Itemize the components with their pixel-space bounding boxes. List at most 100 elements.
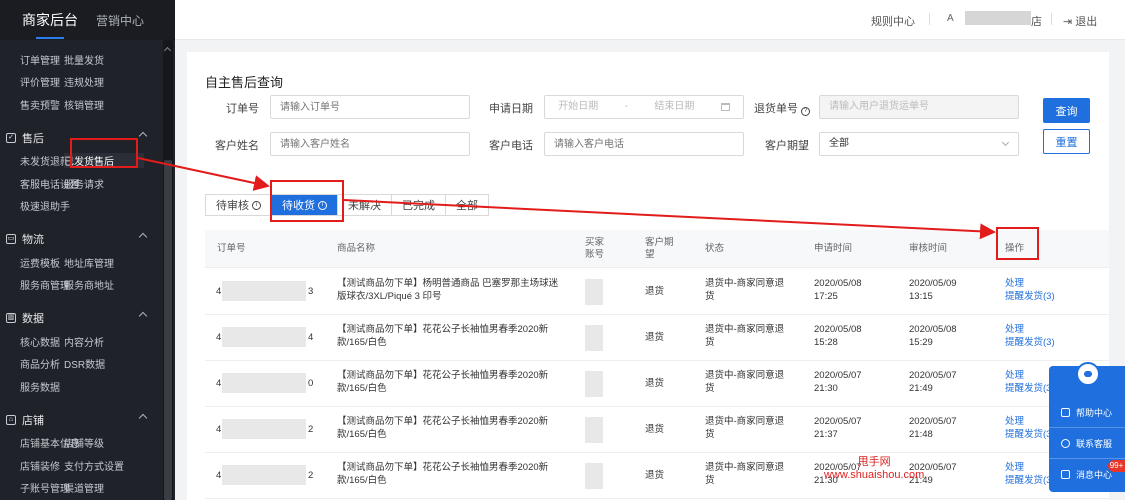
table-row: 4 2 【测试商品勿下单】花花公子长袖恤男春季2020新款/165/白色 退货 退货中-…	[205, 453, 1109, 499]
remind-ship-link[interactable]: 提醒发货(3)	[1005, 290, 1055, 303]
column-review-time: 审核时间	[909, 243, 948, 254]
sidebar-item-product-analysis[interactable]: 商品分析	[0, 356, 64, 371]
sidebar-item-sale-warning[interactable]: 售卖预警	[0, 97, 64, 112]
sidebar-item-provider-management[interactable]: 服务商管理	[0, 277, 70, 292]
merchant-backend-tab[interactable]: 商家后台	[22, 10, 78, 39]
watermark-line1: 甩手网	[857, 456, 891, 468]
message-center-button[interactable]: 消息中心	[1061, 468, 1112, 481]
date-separator: -	[624, 101, 628, 112]
apply-date-range[interactable]: 开始日期 - 结束日期	[544, 95, 744, 119]
order-no-start: 4	[216, 286, 222, 297]
sidebar-item-order-management[interactable]: 订单管理	[0, 52, 64, 67]
sidebar-item-violation[interactable]: 违规处理	[64, 74, 144, 89]
remind-ship-link[interactable]: 提醒发货(3)	[1005, 382, 1055, 395]
floating-help-panel: 帮助中心 联系客服 消息中心	[1049, 362, 1125, 492]
sidebar-item-store-decoration[interactable]: 店铺装修	[0, 458, 64, 473]
scroll-up-icon[interactable]	[163, 46, 172, 55]
sidebar-row: 极速退助手	[0, 195, 175, 218]
help-circle-icon[interactable]: ?	[801, 107, 810, 116]
sidebar-item-core-data[interactable]: 核心数据	[0, 334, 64, 349]
sidebar-item-verification[interactable]: 核销管理	[64, 97, 144, 112]
chevron-down-icon	[1001, 138, 1010, 147]
query-button[interactable]: 查询	[1043, 98, 1090, 123]
marketing-center-tab[interactable]: 营销中心	[96, 12, 144, 29]
tab-unresolved[interactable]: 未解决	[338, 195, 392, 215]
remind-ship-link[interactable]: 提醒发货(3)	[1005, 474, 1055, 487]
status: 退货中-商家同意退货	[705, 370, 785, 394]
order-no-start: 4	[216, 470, 222, 481]
process-link[interactable]: 处理	[1005, 415, 1024, 428]
scrollbar-thumb[interactable]	[164, 160, 172, 500]
table-row: 4 2 【测试商品勿下单】花花公子长袖恤男春季2020新款/165/白色 退货 退货中-…	[205, 407, 1109, 453]
sidebar-item-bulk-ship[interactable]: 批量发货	[64, 52, 144, 67]
logout-icon: ⇥	[1063, 16, 1076, 28]
help-item-label: 帮助中心	[1076, 408, 1113, 418]
chevron-up-icon	[138, 232, 148, 242]
sidebar-row: 服务数据	[0, 375, 175, 398]
sidebar-item-channel[interactable]: 渠道管理	[64, 480, 144, 495]
customer-expect: 退货	[645, 378, 665, 389]
rules-center-link[interactable]: 规则中心	[871, 13, 915, 29]
order-no-input[interactable]	[270, 95, 470, 119]
sidebar-row: 商品分析 DSR数据	[0, 353, 175, 376]
process-link[interactable]: 处理	[1005, 369, 1024, 382]
sidebar-item-content-analysis[interactable]: 内容分析	[64, 334, 144, 349]
sidebar-item-dsr-data[interactable]: DSR数据	[64, 356, 144, 371]
end-date-placeholder: 结束日期	[654, 101, 695, 112]
return-no-input[interactable]: 请输入用户退货运单号	[819, 95, 1019, 119]
expect-selected-value: 全部	[829, 138, 849, 149]
order-no-label: 订单号	[226, 103, 259, 115]
contact-service-button[interactable]: 联系客服	[1061, 437, 1112, 450]
process-link[interactable]: 处理	[1005, 461, 1024, 474]
tab-completed[interactable]: 已完成	[392, 195, 446, 215]
sidebar-group-title[interactable]: ▭ 物流	[0, 227, 175, 251]
sidebar-item-fast-refund[interactable]: 极速退助手	[0, 198, 70, 213]
sidebar-item-unshipped-refund[interactable]: 未发货退款	[0, 153, 70, 168]
help-center-button[interactable]: 帮助中心	[1061, 406, 1112, 419]
sidebar-item-address-library[interactable]: 地址库管理	[64, 255, 144, 270]
top-bar: 规则中心 A 店 ⇥ 退出	[175, 0, 1125, 40]
sidebar-item-phone-settings[interactable]: 客服电话设置	[0, 176, 80, 191]
sidebar-item-store-info[interactable]: 店铺基本信息	[0, 435, 80, 450]
customer-expect-label: 客户期望	[765, 140, 809, 152]
review-date: 2020/05/07	[909, 370, 957, 381]
process-link[interactable]: 处理	[1005, 277, 1024, 290]
sidebar-item-service-request[interactable]: 服务请求	[64, 176, 144, 191]
robot-avatar-icon[interactable]	[1076, 362, 1100, 386]
sidebar-scrollbar[interactable]	[163, 40, 173, 500]
customer-phone-input[interactable]	[544, 132, 744, 156]
remind-ship-link[interactable]: 提醒发货(3)	[1005, 336, 1055, 349]
customer-phone-label: 客户电话	[489, 140, 533, 152]
sidebar-row: 核心数据 内容分析	[0, 330, 175, 353]
order-no-end: 0	[308, 378, 314, 389]
tab-all[interactable]: 全部	[446, 195, 488, 215]
sidebar-row: 店铺装修 支付方式设置	[0, 454, 175, 477]
remind-ship-link[interactable]: 提醒发货(3)	[1005, 428, 1055, 441]
order-no-redacted	[222, 419, 306, 439]
sidebar-item-service-data[interactable]: 服务数据	[0, 379, 64, 394]
sidebar-item-subaccount[interactable]: 子账号管理	[0, 480, 70, 495]
info-icon: i	[252, 200, 261, 210]
watermark: 甩手网 www.shuaishou.com	[824, 456, 924, 482]
sidebar-group-title[interactable]: ⌂ 店铺	[0, 408, 175, 432]
process-link[interactable]: 处理	[1005, 323, 1024, 336]
sidebar-item-freight-template[interactable]: 运费模板	[0, 255, 64, 270]
reset-button[interactable]: 重置	[1043, 129, 1090, 154]
customer-expect-select[interactable]: 全部	[819, 132, 1019, 156]
customer-name-input[interactable]	[270, 132, 470, 156]
sidebar-item-store-level[interactable]: 店铺等级	[64, 435, 144, 450]
sidebar-row: 店铺基本信息 店铺等级	[0, 432, 175, 455]
sidebar-group-title[interactable]: ▥ 数据	[0, 306, 175, 330]
order-no-start: 4	[216, 332, 222, 343]
logout-button[interactable]: ⇥ 退出	[1063, 13, 1097, 29]
sidebar-item-provider-address[interactable]: 服务商地址	[64, 277, 144, 292]
buyer-account-redacted	[585, 325, 603, 351]
sidebar-item-payment-settings[interactable]: 支付方式设置	[64, 458, 144, 473]
sidebar-item-review-management[interactable]: 评价管理	[0, 74, 64, 89]
table-row: 4 4 【测试商品勿下单】花花公子长袖恤男春季2020新款/165/白色 退货 退货中-…	[205, 315, 1109, 361]
start-date-placeholder: 开始日期	[558, 101, 599, 112]
review-date: 2020/05/08	[909, 324, 957, 335]
tab-pending-review[interactable]: 待审核 i	[206, 195, 272, 215]
status: 退货中-商家同意退货	[705, 462, 785, 486]
tab-label: 未解决	[348, 200, 381, 212]
